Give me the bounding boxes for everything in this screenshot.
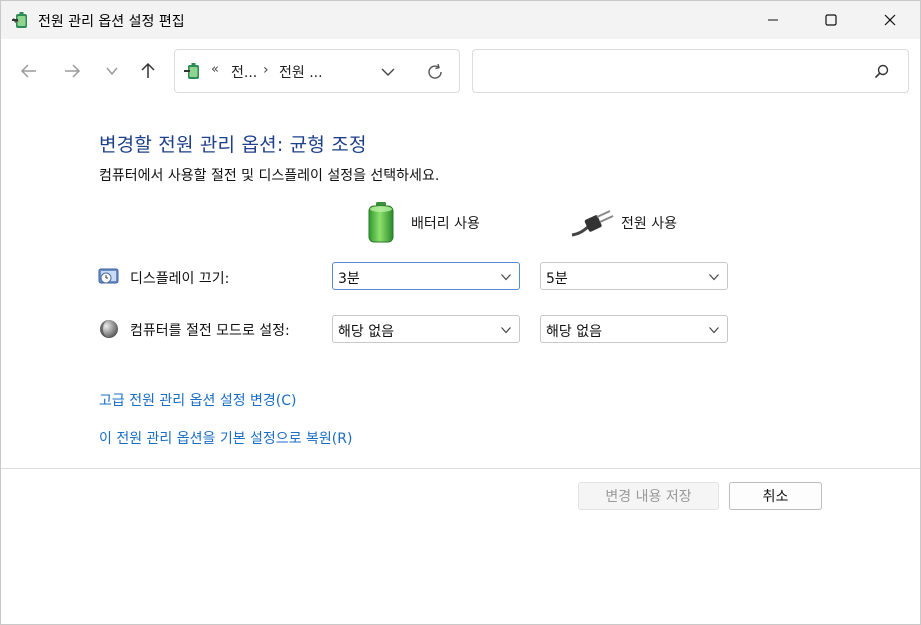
maximize-button[interactable] [804,1,858,39]
title-bar[interactable]: 전원 관리 옵션 설정 편집 [1,1,920,39]
restore-defaults-link[interactable]: 이 전원 관리 옵션을 기본 설정으로 복원(R) [99,428,352,448]
navigation-bar: « 전... › 전원 ... [1,39,920,103]
display-icon [98,265,120,287]
divider [1,468,920,469]
power-options-icon [12,10,32,30]
refresh-button[interactable] [425,62,445,82]
select-value: 해당 없음 [546,324,602,340]
arrow-left-icon [20,64,36,78]
page-description: 컴퓨터에서 사용할 절전 및 디스플레이 설정을 선택하세요. [99,168,440,184]
close-icon [884,14,896,26]
close-button[interactable] [863,1,917,39]
chevron-down-icon [709,327,719,334]
back-button[interactable] [15,57,43,85]
select-value: 3분 [338,271,360,287]
minimize-button[interactable] [746,1,800,39]
window: 전원 관리 옵션 설정 편집 « 전... › 전원 ... 변경할 전원 관리… [0,0,921,625]
chevron-down-icon [501,274,511,281]
chevron-down-icon [501,327,511,334]
minimize-icon [768,19,778,21]
breadcrumb-item[interactable]: 전원 ... [279,62,323,82]
search-icon [873,63,891,81]
arrow-right-icon [65,64,81,78]
sleep-battery-select[interactable]: 해당 없음 [332,315,520,343]
maximize-icon [825,14,837,26]
chevron-down-icon [106,67,118,76]
display-off-plugged-select[interactable]: 5분 [540,262,728,290]
arrow-up-icon [141,62,155,78]
row-label-sleep: 컴퓨터를 절전 모드로 설정: [130,323,290,339]
sleep-moon-icon [98,318,120,340]
search-input[interactable] [472,49,909,93]
chevron-down-icon [381,68,395,76]
page-title: 변경할 전원 관리 옵션: 균형 조정 [99,134,367,156]
row-label-display-off: 디스플레이 끄기: [130,271,230,287]
power-options-icon [184,61,204,81]
address-history-button[interactable] [379,63,397,81]
window-title: 전원 관리 옵션 설정 편집 [38,14,185,30]
battery-icon [367,201,395,243]
display-off-battery-select[interactable]: 3분 [332,262,520,290]
up-button[interactable] [134,57,162,85]
refresh-icon [428,63,442,79]
power-plug-icon [570,208,614,238]
column-header-plugged: 전원 사용 [621,216,677,232]
address-bar[interactable]: « 전... › 전원 ... [174,49,460,93]
cancel-button[interactable]: 취소 [729,482,822,510]
select-value: 5분 [546,271,568,287]
breadcrumb-item[interactable]: 전... [231,62,257,82]
sleep-plugged-select[interactable]: 해당 없음 [540,315,728,343]
select-value: 해당 없음 [338,324,394,340]
save-changes-button[interactable]: 변경 내용 저장 [578,482,719,510]
breadcrumb-overflow[interactable]: « [211,62,219,77]
breadcrumb-separator[interactable]: › [263,62,269,78]
advanced-settings-link[interactable]: 고급 전원 관리 옵션 설정 변경(C) [99,390,297,410]
forward-button[interactable] [58,57,86,85]
chevron-down-icon [709,274,719,281]
recent-locations-button[interactable] [98,57,126,85]
column-header-battery: 배터리 사용 [411,216,480,232]
